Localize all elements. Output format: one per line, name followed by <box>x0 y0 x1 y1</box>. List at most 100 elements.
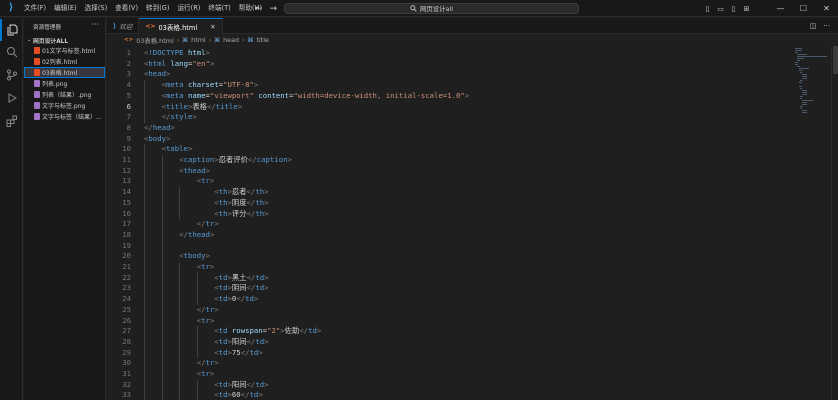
forward-arrow-icon[interactable]: → <box>270 4 278 14</box>
breadcrumb-item[interactable]: 03表格.html <box>136 36 174 45</box>
explorer-sidebar: 资源管理器 ··· ⌄ 网页设计ALL 01文字与标签.html 02列表.ht… <box>24 18 106 400</box>
code-line[interactable]: 9 <body> <box>107 134 797 145</box>
code-line[interactable]: 24 <td>0</td> <box>107 294 797 305</box>
code-line[interactable]: 25 </tr> <box>107 305 797 316</box>
menu-go[interactable]: 转到(G) <box>142 0 173 17</box>
chevron-right-icon: › <box>176 36 180 44</box>
minimize-icon[interactable]: — <box>769 0 792 17</box>
file-item[interactable]: 列表.png <box>24 78 105 89</box>
code-line[interactable]: 7 </style> <box>107 112 797 123</box>
line-number: 21 <box>122 262 131 271</box>
maximize-icon[interactable]: ☐ <box>792 0 815 17</box>
toggle-secondary-sidebar-icon[interactable]: ▯ <box>727 0 740 17</box>
code-text: <tbody> <box>179 251 210 261</box>
toggle-sidebar-icon[interactable]: ▯ <box>701 0 714 17</box>
code-text: <body> <box>144 133 171 143</box>
file-item[interactable]: 02列表.html <box>24 56 105 67</box>
code-line[interactable]: 1 <!DOCTYPE html> <box>107 48 797 59</box>
breadcrumb-item[interactable]: html <box>191 36 206 44</box>
code-line[interactable]: 26 <tr> <box>107 316 797 327</box>
menu-terminal[interactable]: 终端(T) <box>204 0 234 17</box>
close-window-icon[interactable]: ✕ <box>815 0 838 17</box>
workspace-folder[interactable]: ⌄ 网页设计ALL <box>24 35 105 45</box>
code-line[interactable]: 21 <tr> <box>107 262 797 273</box>
code-line[interactable]: 14 <th>忍者</th> <box>107 187 797 198</box>
line-number: 14 <box>122 187 131 197</box>
command-center-search[interactable]: 网页设计all <box>284 3 579 14</box>
code-text: </tr> <box>196 358 219 368</box>
code-line[interactable]: 11 <caption>忍者评价</caption> <box>107 155 797 166</box>
code-line[interactable]: 15 <th>阴度</th> <box>107 198 797 209</box>
split-editor-icon[interactable]: ◫ <box>810 22 817 30</box>
vscode-logo-icon: ⟩ <box>8 2 14 13</box>
image-file-icon <box>34 91 40 98</box>
line-number: 17 <box>122 219 131 229</box>
code-line[interactable]: 23 <td>阴间</td> <box>107 283 797 294</box>
code-line[interactable]: 6 <title>表格</title> <box>107 102 797 113</box>
customize-layout-icon[interactable]: ⊞ <box>740 0 753 17</box>
scrollbar-thumb[interactable] <box>833 46 838 74</box>
file-item[interactable]: 文字与标签（结果）... <box>24 111 105 122</box>
run-debug-icon[interactable] <box>0 87 23 109</box>
line-number: 13 <box>122 176 131 186</box>
file-item[interactable]: 01文字与标签.html <box>24 45 105 56</box>
toggle-panel-icon[interactable]: ▭ <box>714 0 727 17</box>
close-icon[interactable]: ✕ <box>210 23 215 31</box>
code-line[interactable]: 3 <head> <box>107 69 797 80</box>
minimap[interactable] <box>793 46 828 400</box>
code-line[interactable]: 22 <td>黑土</td> <box>107 273 797 284</box>
code-text: <th>阴度</th> <box>214 197 269 207</box>
code-line[interactable]: 17 </tr> <box>107 219 797 230</box>
code-line[interactable]: 2 <html lang="en"> <box>107 59 797 70</box>
extensions-icon[interactable] <box>0 110 23 132</box>
code-line[interactable]: 13 <tr> <box>107 176 797 187</box>
breadcrumb-item[interactable]: title <box>256 36 269 44</box>
code-editor[interactable]: 1 <!DOCTYPE html> 2 <html lang="en"> 3 <head>… <box>107 46 838 400</box>
vertical-scrollbar[interactable] <box>831 46 838 400</box>
tab-welcome[interactable]: ⟩ 欢迎 <box>107 18 140 34</box>
code-line[interactable]: 32 <td>阳间</td> <box>107 380 797 391</box>
explorer-icon[interactable] <box>0 19 23 41</box>
code-line[interactable]: 20 <tbody> <box>107 251 797 262</box>
code-text: </thead> <box>179 229 215 239</box>
minimap-line <box>798 82 803 84</box>
code-line[interactable]: 16 <th>评分</th> <box>107 209 797 220</box>
line-number: 25 <box>122 304 131 314</box>
search-view-icon[interactable] <box>0 41 23 63</box>
more-actions-icon[interactable]: ··· <box>823 22 830 30</box>
code-line[interactable]: 27 <td rowspan="2">佐助</td> <box>107 326 797 337</box>
more-actions-icon[interactable]: ··· <box>91 20 99 29</box>
window-controls: ▯ ▭ ▯ ⊞ — ☐ ✕ <box>701 0 838 17</box>
file-item[interactable]: 列表（结果）.png <box>24 89 105 100</box>
code-text: <!DOCTYPE html> <box>144 48 210 57</box>
code-line[interactable]: 18 </thead> <box>107 230 797 241</box>
file-item[interactable]: 文字与标签.png <box>24 100 105 111</box>
menu-view[interactable]: 查看(V) <box>111 0 142 17</box>
minimap-line <box>802 78 808 80</box>
workspace-folder-label: 网页设计ALL <box>33 38 69 45</box>
code-line[interactable]: 8 </head> <box>107 123 797 134</box>
indent-guide <box>144 80 145 123</box>
menu-run[interactable]: 运行(R) <box>173 0 204 17</box>
code-text: <td>阴间</td> <box>214 283 269 293</box>
code-line[interactable]: 10 <table> <box>107 144 797 155</box>
menu-selection[interactable]: 选择(S) <box>81 0 112 17</box>
code-line[interactable]: 4 <meta charset="UTF-8"> <box>107 80 797 91</box>
menu-edit[interactable]: 编辑(E) <box>50 0 81 17</box>
source-control-icon[interactable] <box>0 64 23 86</box>
code-line[interactable]: 12 <thead> <box>107 166 797 177</box>
code-line[interactable]: 5 <meta name="viewport" content="width=d… <box>107 91 797 102</box>
breadcrumb-item[interactable]: head <box>223 36 239 44</box>
code-text: <th>评分</th> <box>214 208 269 218</box>
menu-file[interactable]: 文件(F) <box>20 0 50 17</box>
tab-03-table-html[interactable]: <> 03表格.html ✕ <box>139 18 223 34</box>
code-line[interactable]: 29 <td>75</td> <box>107 348 797 359</box>
code-line[interactable]: 19 <box>107 241 797 252</box>
code-line[interactable]: 31 <tr> <box>107 369 797 380</box>
code-line[interactable]: 30 </tr> <box>107 358 797 369</box>
back-arrow-icon[interactable]: ← <box>255 4 263 14</box>
code-line[interactable]: 28 <td>阳间</td> <box>107 337 797 348</box>
file-item-selected[interactable]: 03表格.html <box>24 67 105 78</box>
code-line[interactable]: 33 <td>60</td> <box>107 390 797 400</box>
html-icon: <> <box>145 23 156 30</box>
